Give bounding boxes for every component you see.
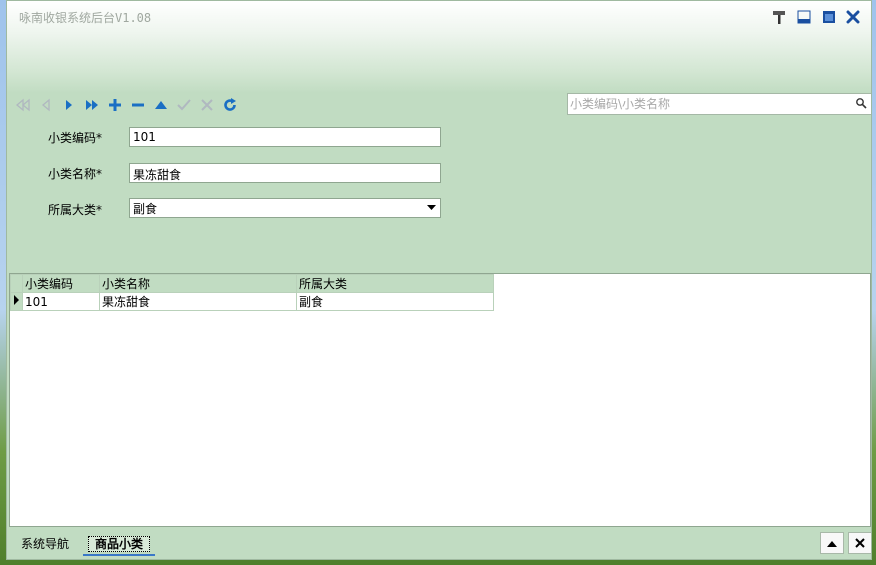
- grid-table: 小类编码 小类名称 所属大类 101 果冻甜食 副食: [10, 274, 494, 311]
- maximize-button[interactable]: [819, 7, 839, 27]
- cell-name[interactable]: 果冻甜食: [99, 292, 297, 311]
- bottom-tab-bar: 系统导航 商品小类: [7, 528, 871, 559]
- minus-icon: [131, 103, 144, 107]
- last-icon: [85, 100, 98, 110]
- app-window: 咏南收银系统后台V1.08 小类编码\小类名称 小类编码* 101 小类名称* …: [6, 0, 872, 560]
- column-header-category[interactable]: 所属大类: [296, 274, 494, 293]
- minimize-button[interactable]: [794, 7, 814, 27]
- delete-record-button[interactable]: [126, 95, 149, 115]
- first-icon: [15, 98, 30, 112]
- triangle-up-icon: [827, 540, 837, 547]
- column-header-name[interactable]: 小类名称: [99, 274, 297, 293]
- name-field[interactable]: 果冻甜食: [129, 163, 441, 183]
- navigator-toolbar: [11, 94, 261, 116]
- chevron-down-icon[interactable]: [427, 205, 436, 211]
- next-icon: [65, 100, 72, 110]
- table-row[interactable]: 101 果冻甜食 副食: [10, 292, 494, 311]
- cancel-record-button[interactable]: [195, 95, 218, 115]
- search-box: [567, 93, 871, 115]
- triangle-up-icon: [154, 101, 167, 109]
- last-record-button[interactable]: [80, 95, 103, 115]
- edit-record-button[interactable]: [149, 95, 172, 115]
- current-row-arrow-icon: [14, 295, 19, 305]
- first-record-button[interactable]: [11, 95, 34, 115]
- data-grid: 小类编码 小类名称 所属大类 101 果冻甜食 副食: [9, 273, 871, 527]
- code-label: 小类编码*: [48, 131, 103, 145]
- refresh-button[interactable]: [218, 95, 241, 115]
- x-icon: [200, 99, 213, 111]
- search-input[interactable]: [570, 95, 850, 113]
- row-indicator: [10, 292, 23, 311]
- category-value: 副食: [133, 201, 158, 216]
- add-record-button[interactable]: [103, 95, 126, 115]
- tools-button[interactable]: [769, 7, 789, 27]
- prev-record-button[interactable]: [34, 95, 57, 115]
- refresh-icon: [223, 98, 236, 111]
- category-label: 所属大类*: [48, 203, 103, 217]
- tab-product-subcategory[interactable]: 商品小类: [82, 532, 156, 554]
- tab-system-nav[interactable]: 系统导航: [15, 532, 75, 554]
- cell-category[interactable]: 副食: [296, 292, 494, 311]
- category-select[interactable]: 副食: [129, 198, 441, 218]
- next-record-button[interactable]: [57, 95, 80, 115]
- close-icon: [846, 10, 860, 24]
- grid-header-row: 小类编码 小类名称 所属大类: [10, 274, 494, 293]
- scroll-top-button[interactable]: [820, 532, 844, 554]
- name-label: 小类名称*: [48, 167, 103, 181]
- check-icon: [176, 99, 191, 111]
- search-icon[interactable]: [855, 97, 867, 109]
- plus-icon: [108, 99, 121, 111]
- window-title: 咏南收银系统后台V1.08: [19, 11, 152, 25]
- minimize-icon: [797, 10, 811, 24]
- title-bar: 咏南收银系统后台V1.08: [7, 1, 871, 93]
- hammer-icon: [773, 11, 785, 24]
- column-header-code[interactable]: 小类编码: [22, 274, 100, 293]
- active-tab-indicator: [83, 554, 155, 556]
- maximize-icon: [823, 11, 835, 23]
- post-record-button[interactable]: [172, 95, 195, 115]
- prev-icon: [41, 98, 50, 112]
- code-field[interactable]: 101: [129, 127, 441, 147]
- tab-product-subcategory-label: 商品小类: [88, 536, 151, 552]
- row-indicator-header: [10, 274, 23, 293]
- close-tab-button[interactable]: [848, 532, 871, 554]
- close-button[interactable]: [843, 7, 863, 27]
- cell-code[interactable]: 101: [22, 292, 100, 311]
- close-icon: [855, 538, 865, 548]
